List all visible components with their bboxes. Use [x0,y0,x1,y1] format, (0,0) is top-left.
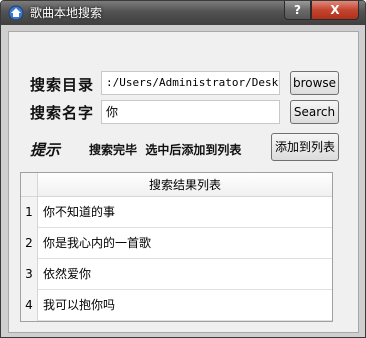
row-song[interactable]: 你是我心内的一首歌 [43,228,151,259]
row-song[interactable]: 依然爱你 [43,259,91,290]
status-text: 搜索完毕 选中后添加到列表 [89,143,242,157]
search-button[interactable]: Search [290,100,339,124]
browse-button[interactable]: browse [290,71,339,95]
search-name-input[interactable]: 你 [101,100,280,124]
close-button[interactable]: X [311,1,359,20]
results-header[interactable]: 搜索结果列表 [38,173,332,197]
table-row[interactable]: 1 你不知道的事 [21,197,332,228]
help-button[interactable]: ? [284,1,311,20]
row-number: 1 [21,197,38,228]
add-to-list-button[interactable]: 添加到列表 [271,133,339,161]
row-song[interactable]: 我可以抱你吗 [43,290,115,321]
row-song[interactable]: 你不知道的事 [43,197,115,228]
search-dir-input[interactable]: :/Users/Administrator/Desktop [101,71,280,95]
search-dialog: 歌曲本地搜索 ? X 搜索目录 :/Users/Administrator/De… [0,0,366,338]
results-table[interactable]: 搜索结果列表 1 你不知道的事 2 你是我心内的一首歌 3 依然爱你 4 我可以… [20,172,333,322]
search-name-label: 搜索名字 [30,104,95,122]
window-title: 歌曲本地搜索 [30,6,103,20]
table-row[interactable]: 2 你是我心内的一首歌 [21,228,332,259]
table-corner [21,173,38,197]
hint-label: 提示 [30,141,61,159]
title-bar[interactable]: 歌曲本地搜索 ? X [1,1,365,25]
table-row[interactable]: 3 依然爱你 [21,259,332,290]
row-number: 2 [21,228,38,259]
table-row[interactable]: 4 我可以抱你吗 [21,290,332,321]
row-number: 3 [21,259,38,290]
search-dir-label: 搜索目录 [30,76,95,94]
row-number: 4 [21,290,38,321]
app-icon [8,5,24,21]
